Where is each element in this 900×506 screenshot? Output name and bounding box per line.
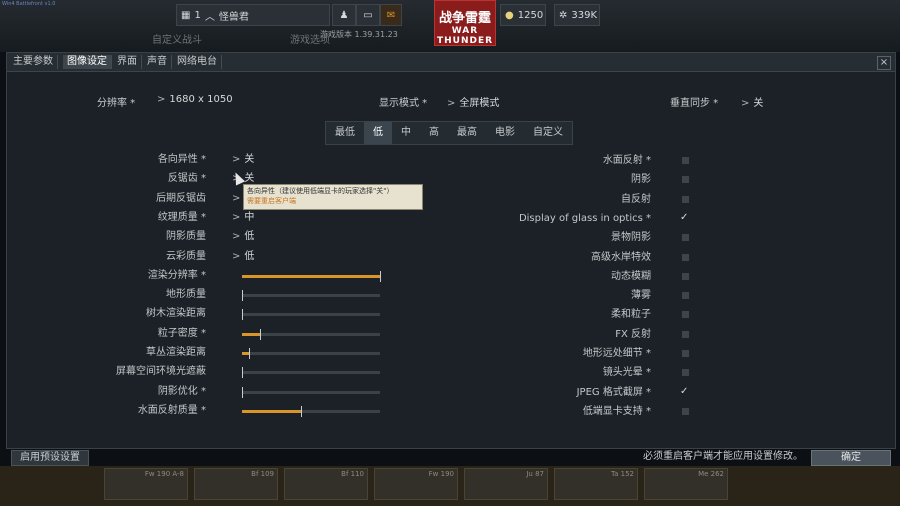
checkbox-unchecked[interactable] xyxy=(682,407,689,415)
toggle-label: 薄雾 xyxy=(631,290,651,302)
player-name: 怪兽君 xyxy=(218,11,249,23)
silver-lions-value: 1250 xyxy=(517,9,544,21)
vehicle-slot-label: Fw 190 xyxy=(428,470,454,478)
toggle-row: FX 反射 xyxy=(7,326,895,344)
logo-cn: 战争雷霆 xyxy=(438,11,491,26)
ok-button[interactable]: 确定 xyxy=(811,450,891,466)
logo-en: WAR THUNDER xyxy=(436,26,494,46)
toggle-row: 地形远处细节 * xyxy=(7,345,895,363)
right-settings-column: 水面反射 * 阴影自反射 Display of glass in optics * 景… xyxy=(7,53,895,448)
toggle-row: 薄雾 xyxy=(7,287,895,305)
vehicle-slot-bar: Fw 190 A-8 Bf 109 Bf 110 Fw 190 Ju 87 Ta 152 M… xyxy=(0,466,900,506)
toggle-label: 阴影 xyxy=(631,174,651,186)
toggle-label: 动态模糊 xyxy=(611,270,651,282)
toggle-label: 水面反射 * xyxy=(602,155,651,166)
profile-icon: ♟ xyxy=(339,9,349,21)
checkbox-unchecked[interactable] xyxy=(682,157,689,164)
toggle-row: 镜头光晕 * xyxy=(7,364,895,382)
checkbox-unchecked[interactable] xyxy=(682,330,689,338)
vehicle-slot-label: Bf 109 xyxy=(251,470,274,478)
medal-icon: ▦ xyxy=(181,9,191,21)
reset-presets-button[interactable]: 启用预设设置 xyxy=(11,450,89,466)
tooltip-line-1: 各向异性（建议使用低端显卡的玩家选择"关"） xyxy=(247,187,394,195)
restart-notice: 必须重启客户端才能应用设置修改。 xyxy=(643,451,803,462)
gear-currency-icon: ✲ xyxy=(559,9,568,21)
vehicle-slot[interactable]: Fw 190 A-8 xyxy=(104,468,188,500)
toggle-label: 低端显卡支持 * xyxy=(582,405,651,417)
dialog-bottom-bar: 启用预设设置 必须重启客户端才能应用设置修改。 确定 xyxy=(7,448,895,467)
mail-icon: ✉ xyxy=(386,9,396,21)
checkbox-unchecked[interactable] xyxy=(682,195,689,203)
checkbox-unchecked[interactable] xyxy=(682,272,689,280)
vehicle-slot-label: Bf 110 xyxy=(341,470,364,478)
game-version: 游戏版本 1.39.31.23 xyxy=(320,30,398,39)
mail-button[interactable]: ✉ xyxy=(380,4,402,26)
toggle-label: 景物阴影 xyxy=(611,232,651,244)
toggle-label: 地形远处细节 * xyxy=(582,348,651,359)
rank-arrow-icon: ︿ xyxy=(204,11,215,23)
vehicle-slot[interactable]: Bf 110 xyxy=(284,468,368,500)
settings-dialog: 主要参数 图像设定 界面 声音 网络电台 × 分辨率 * >1680 x 1050 显示… xyxy=(6,52,896,466)
vehicle-slot-label: Ta 152 xyxy=(611,470,634,478)
golden-eagles-display[interactable]: ✲ 339K xyxy=(554,4,600,26)
toggle-row: 高级水岸特效 xyxy=(7,249,895,267)
checkbox-unchecked[interactable] xyxy=(682,350,689,357)
profile-button[interactable]: ♟ xyxy=(332,4,356,26)
tooltip-line-2: 需要重启客户端 xyxy=(247,197,296,205)
toggle-row: 水面反射 * xyxy=(7,152,895,170)
toggle-row: 低端显卡支持 * xyxy=(7,403,895,421)
toggle-label: 自反射 xyxy=(621,193,651,205)
vehicle-slot-label: Fw 190 A-8 xyxy=(144,470,184,478)
checkbox-unchecked[interactable] xyxy=(682,253,689,261)
vehicle-slot[interactable]: Ju 87 xyxy=(464,468,548,500)
vehicle-slot[interactable]: Ta 152 xyxy=(554,468,638,500)
vehicle-slot[interactable]: Me 262 xyxy=(644,468,728,500)
chat-button[interactable]: ▭ xyxy=(356,4,380,26)
toggle-row: JPEG 格式截屏 * xyxy=(7,383,895,402)
player-rank: 1 xyxy=(194,9,201,21)
toggle-row: 景物阴影 xyxy=(7,229,895,247)
bg-menu-custom-battle: 自定义战斗 xyxy=(152,35,202,46)
chat-icon: ▭ xyxy=(363,9,373,21)
checkbox-checked[interactable] xyxy=(680,209,689,227)
toggle-label: Display of glass in optics * xyxy=(518,212,651,224)
vehicle-slot-label: Ju 87 xyxy=(526,470,544,478)
corner-debug-text: Win4 Battlefront v1.0 xyxy=(2,1,56,7)
player-strip[interactable]: ▦ 1 ︿ 怪兽君 xyxy=(176,4,330,26)
toggle-label: JPEG 格式截屏 * xyxy=(576,386,651,398)
bg-menu-game-options: 游戏选项 xyxy=(290,35,330,46)
toggle-row: 动态模糊 xyxy=(7,268,895,286)
lightbulb-icon: ● xyxy=(505,9,514,21)
anisotropy-tooltip: 各向异性（建议使用低端显卡的玩家选择"关"） 需要重启客户端 xyxy=(243,184,423,210)
vehicle-slot[interactable]: Bf 109 xyxy=(194,468,278,500)
hangar-top-bar: Win4 Battlefront v1.0 ▦ 1 ︿ 怪兽君 ♟ ▭ ✉ 战争… xyxy=(0,0,900,52)
checkbox-unchecked[interactable] xyxy=(682,292,689,300)
toggle-label: FX 反射 xyxy=(615,328,651,340)
checkbox-unchecked[interactable] xyxy=(682,234,689,242)
toggle-label: 高级水岸特效 xyxy=(591,251,651,263)
checkbox-checked[interactable] xyxy=(680,383,689,401)
toggle-row: 阴影 xyxy=(7,171,895,189)
toggle-label: 镜头光晕 * xyxy=(602,367,651,379)
checkbox-unchecked[interactable] xyxy=(682,311,689,319)
game-logo: 战争雷霆 WAR THUNDER xyxy=(434,0,496,46)
silver-lions-display[interactable]: ● 1250 xyxy=(500,4,546,26)
golden-eagles-value: 339K xyxy=(571,9,598,21)
vehicle-slot-label: Me 262 xyxy=(698,470,724,478)
checkbox-unchecked[interactable] xyxy=(682,369,689,377)
toggle-row: Display of glass in optics * xyxy=(7,209,895,228)
toggle-row: 柔和粒子 xyxy=(7,306,895,324)
vehicle-slot[interactable]: Fw 190 xyxy=(374,468,458,500)
toggle-row: 自反射 xyxy=(7,191,895,209)
checkbox-unchecked[interactable] xyxy=(682,176,689,184)
toggle-label: 柔和粒子 xyxy=(611,309,651,321)
